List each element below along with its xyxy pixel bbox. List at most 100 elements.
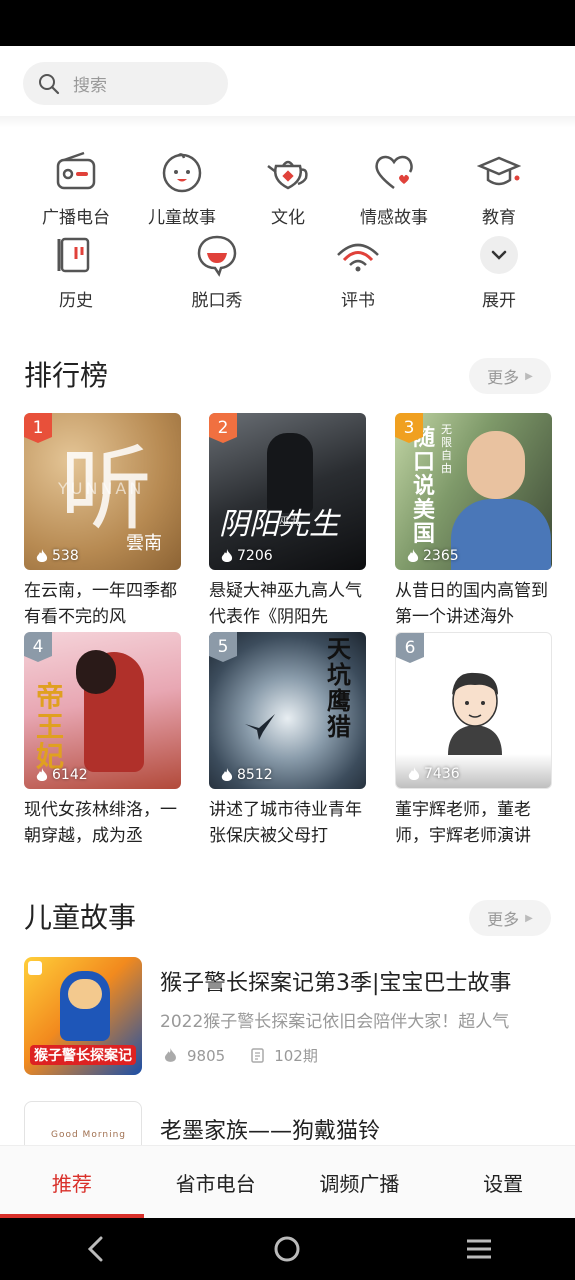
item-cover: Good Morning (24, 1101, 142, 1145)
chevron-right-icon: ▶ (525, 370, 533, 382)
cover-image: 听 YUNNAN 雲南 1 538 (24, 413, 181, 570)
cover-text: 天坑鹰猎 (327, 635, 351, 741)
ranking-card[interactable]: 天坑鹰猎 5 8512 讲述了城市待业青年张保庆被父母打 (209, 632, 366, 849)
play-count: 7206 (221, 548, 273, 564)
kids-more-button[interactable]: 更多 ▶ (469, 900, 551, 936)
flame-icon (221, 548, 233, 562)
tab-recommend[interactable]: 推荐 (0, 1146, 144, 1219)
play-count: 8512 (221, 767, 273, 783)
cover-en-text: YUNNAN (58, 479, 145, 498)
category-culture[interactable]: 文化 (233, 147, 343, 228)
item-description: 2022猴子警长探案记依旧会陪伴大家！超人气 (160, 1012, 510, 1032)
cover-text: 猴子警长探案记 (30, 1045, 136, 1065)
tab-provincial-radio[interactable]: 省市电台 (144, 1146, 288, 1219)
rank-badge: 4 (24, 632, 52, 662)
play-count: 6142 (36, 767, 88, 783)
item-title: 猴子警长探案记第3季|宝宝巴士故事 (160, 971, 512, 996)
flame-icon (407, 548, 419, 562)
document-icon (251, 1048, 264, 1063)
back-icon[interactable] (66, 1236, 126, 1262)
ranking-card[interactable]: 听 YUNNAN 雲南 1 538 在云南，一年四季都有看不完的风 (24, 413, 181, 630)
rank-badge: 2 (209, 413, 237, 443)
tab-settings[interactable]: 设置 (431, 1146, 575, 1219)
chevron-right-icon: ▶ (525, 912, 533, 924)
ranking-card[interactable]: 阴阳先生 巫九 2 7206 悬疑大神巫九高人气代表作《阴阳先 (209, 413, 366, 630)
search-bar[interactable]: 搜索 (23, 62, 228, 105)
cover-image: 阴阳先生 巫九 2 7206 (209, 413, 366, 570)
status-bar (0, 0, 575, 46)
rank-badge: 5 (209, 632, 237, 662)
ranking-title: 排行榜 (24, 359, 109, 392)
person-head (467, 431, 525, 499)
cover-text: 帝王妃 (36, 680, 65, 773)
play-count-value: 8512 (237, 767, 273, 783)
system-nav-bar (0, 1218, 575, 1280)
category-label: 历史 (59, 291, 93, 311)
play-count: 2365 (407, 548, 459, 564)
item-title: 老墨家族——狗戴猫铃 (160, 1119, 381, 1144)
category-label: 展开 (482, 291, 516, 311)
cover-image: 6 7436 (395, 632, 552, 789)
eagle-icon (245, 714, 275, 740)
play-count-value: 7206 (237, 548, 273, 564)
cover-image: 随口说美国 无限自由 3 2365 (395, 413, 552, 570)
category-label: 广播电台 (42, 208, 110, 228)
category-expand[interactable]: 展开 (444, 230, 554, 311)
graduation-cap-icon (474, 147, 524, 197)
category-label: 文化 (271, 208, 305, 228)
rank-badge: 3 (395, 413, 423, 443)
card-title: 从昔日的国内高管到第一个讲述海外 (395, 581, 548, 627)
more-label: 更多 (487, 910, 520, 929)
teapot-icon (263, 147, 313, 197)
flame-icon (408, 766, 420, 780)
category-label: 儿童故事 (148, 208, 216, 228)
cover-sub-text: 巫九 (279, 515, 301, 528)
ranking-more-button[interactable]: 更多 ▶ (469, 358, 551, 394)
cover-sub-text: 雲南 (126, 533, 162, 554)
category-history[interactable]: 历史 (21, 230, 131, 311)
category-label: 脱口秀 (191, 291, 243, 311)
search-icon (37, 72, 61, 96)
scroll-icon (51, 230, 101, 280)
play-count-value: 7436 (424, 766, 460, 782)
item-cover: 猴子警长探案记 (24, 957, 142, 1075)
card-title: 在云南，一年四季都有看不完的风 (24, 581, 177, 627)
category-storytelling[interactable]: 评书 (303, 230, 413, 311)
bottom-tab-bar: 推荐 省市电台 调频广播 设置 (0, 1145, 575, 1219)
play-count-value: 9805 (187, 1046, 226, 1065)
home-icon[interactable] (257, 1235, 317, 1263)
item-episodes: 102期 (251, 1045, 318, 1066)
rank-badge: 1 (24, 413, 52, 443)
category-label: 评书 (341, 291, 375, 311)
cover-image: 帝王妃 4 6142 (24, 632, 181, 789)
flame-icon (36, 767, 48, 781)
cover-sub-text: 无限自由 (441, 423, 452, 475)
cover-text: Good Morning (51, 1130, 126, 1140)
play-count-value: 538 (52, 548, 79, 564)
cover-image: 天坑鹰猎 5 8512 (209, 632, 366, 789)
more-label: 更多 (487, 368, 520, 387)
category-children-stories[interactable]: 儿童故事 (127, 147, 237, 228)
category-emotional-stories[interactable]: 情感故事 (339, 147, 449, 228)
speech-bubble-icon (192, 230, 242, 280)
category-talk-show[interactable]: 脱口秀 (162, 230, 272, 311)
menu-icon[interactable] (449, 1238, 509, 1260)
monkey-face (68, 979, 102, 1009)
list-item[interactable]: 猴子警长探案记 猴子警长探案记第3季|宝宝巴士故事 2022猴子警长探案记依旧会… (24, 957, 554, 1075)
list-item[interactable]: Good Morning 老墨家族——狗戴猫铃 (24, 1101, 554, 1145)
ranking-card[interactable]: 6 7436 董宇辉老师，董老师，宇辉老师演讲 (395, 632, 552, 849)
category-education[interactable]: 教育 (444, 147, 554, 228)
search-placeholder: 搜索 (73, 76, 107, 96)
category-radio[interactable]: 广播电台 (21, 147, 131, 228)
ranking-card[interactable]: 随口说美国 无限自由 3 2365 从昔日的国内高管到第一个讲述海外 (395, 413, 552, 630)
figure-hair (76, 650, 116, 694)
cover-text: 随口说美国 (413, 426, 436, 547)
publisher-logo (28, 961, 42, 975)
ranking-card[interactable]: 帝王妃 4 6142 现代女孩林绯洛，一朝穿越，成为丞 (24, 632, 181, 849)
tab-fm-radio[interactable]: 调频广播 (288, 1146, 432, 1219)
play-count: 538 (36, 548, 79, 564)
category-label: 教育 (482, 208, 516, 228)
card-title: 现代女孩林绯洛，一朝穿越，成为丞 (24, 800, 177, 846)
card-title: 讲述了城市待业青年张保庆被父母打 (209, 800, 362, 846)
chevron-down-icon (474, 230, 524, 280)
